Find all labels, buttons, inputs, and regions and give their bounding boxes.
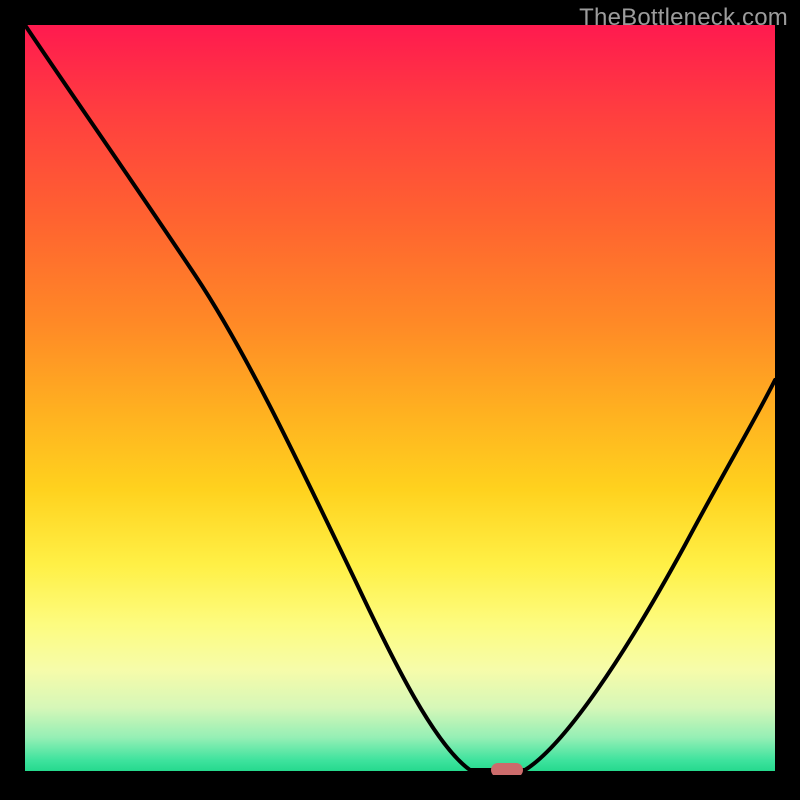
bottleneck-curve (25, 25, 775, 770)
chart-container: TheBottleneck.com (0, 0, 800, 800)
watermark-text: TheBottleneck.com (579, 4, 788, 32)
optimal-marker (491, 763, 523, 775)
chart-svg (25, 25, 775, 775)
